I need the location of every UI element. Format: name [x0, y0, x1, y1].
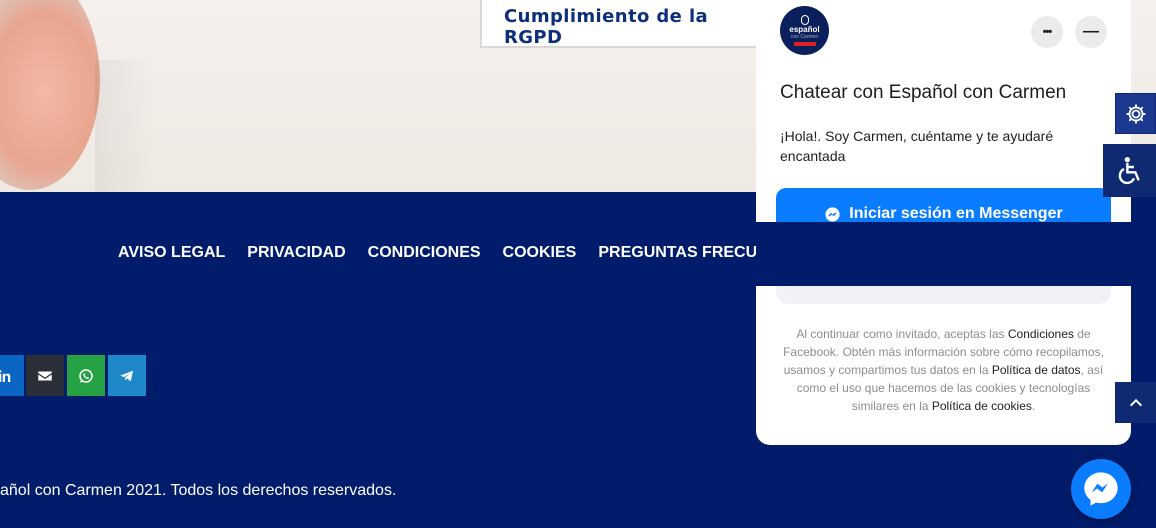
avatar-tag: [793, 42, 816, 46]
whatsapp-share-button[interactable]: [67, 355, 105, 396]
rgpd-card[interactable]: Cumplimiento de la RGPD: [480, 0, 770, 48]
legal-text-1: Al continuar como invitado, aceptas las: [796, 327, 1008, 341]
legal-cookies-policy-link[interactable]: Política de cookies: [932, 399, 1032, 413]
more-options-icon: •••: [1042, 26, 1053, 38]
whatsapp-icon: [79, 368, 93, 383]
telegram-share-button[interactable]: [108, 355, 146, 396]
mail-icon: [38, 371, 52, 380]
footer-link-cookies[interactable]: COOKIES: [503, 244, 577, 262]
chevron-up-icon: [1129, 398, 1142, 406]
messenger-login-label: Iniciar sesión en Messenger: [849, 205, 1063, 222]
avatar-line-1: español: [789, 25, 820, 34]
footer-link-aviso-legal[interactable]: AVISO LEGAL: [118, 244, 225, 262]
legal-conditions-link[interactable]: Condiciones: [1008, 327, 1074, 341]
footer-nav: AVISO LEGAL PRIVACIDAD CONDICIONES COOKI…: [118, 244, 859, 262]
footer-link-condiciones[interactable]: CONDICIONES: [368, 244, 481, 262]
telegram-icon: [120, 370, 133, 381]
minimize-icon: —: [1083, 23, 1099, 40]
messenger-chat-launcher[interactable]: [1071, 459, 1131, 519]
legal-data-policy-link[interactable]: Política de datos: [992, 363, 1081, 377]
scroll-to-top-button[interactable]: [1115, 382, 1156, 423]
email-share-button[interactable]: [26, 355, 64, 396]
rgpd-card-title: Cumplimiento de la RGPD: [504, 6, 709, 48]
accessibility-toggle-button[interactable]: [1103, 144, 1156, 197]
legal-text-4: .: [1031, 399, 1036, 413]
hero-photo-face: [0, 0, 100, 190]
footer-nav-band: [756, 222, 1156, 286]
accessibility-settings-button[interactable]: [1115, 93, 1156, 134]
messenger-icon: [825, 207, 840, 222]
hero-photo-shadow: [95, 60, 155, 192]
footer-link-privacidad[interactable]: PRIVACIDAD: [247, 244, 345, 262]
chat-legal-notice: Al continuar como invitado, aceptas las …: [780, 325, 1107, 415]
copyright-text: añol con Carmen 2021. Todos los derechos…: [0, 482, 397, 499]
chat-title: Chatear con Español con Carmen: [780, 82, 1067, 103]
linkedin-icon: [0, 369, 11, 382]
microphone-icon: [800, 15, 809, 25]
linkedin-share-button[interactable]: [0, 355, 24, 396]
messenger-icon: [1084, 472, 1118, 506]
wheelchair-icon: [1118, 156, 1140, 184]
gear-icon: [1126, 104, 1145, 123]
chat-more-options-button[interactable]: •••: [1031, 16, 1063, 48]
chat-minimize-button[interactable]: —: [1075, 16, 1107, 48]
chat-page-avatar: español con Carmen: [780, 6, 829, 55]
avatar-line-2: con Carmen: [790, 34, 819, 40]
chat-greeting: ¡Hola!. Soy Carmen, cuéntame y te ayudar…: [780, 128, 1054, 164]
